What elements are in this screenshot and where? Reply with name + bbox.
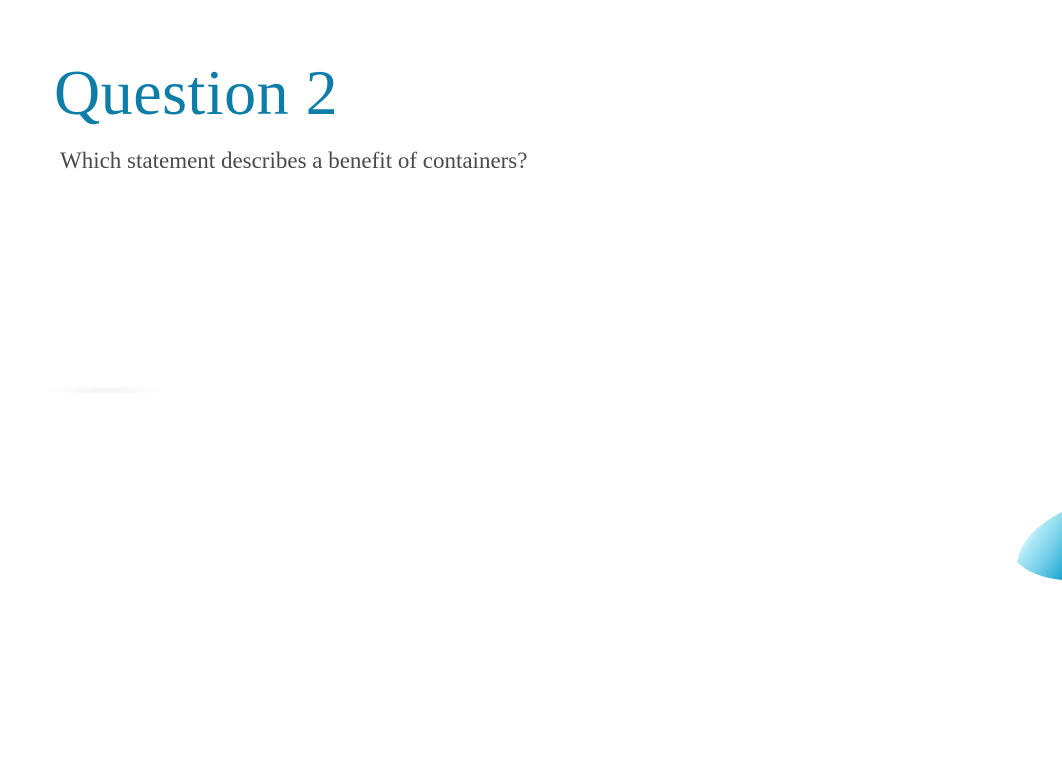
page-shadow-decoration [40,385,170,395]
slide-content: Question 2 Which statement describes a b… [0,0,1062,176]
question-body: Which statement describes a benefit of c… [54,146,1062,176]
corner-accent-decoration [1002,512,1062,582]
question-heading: Question 2 [54,58,1062,128]
